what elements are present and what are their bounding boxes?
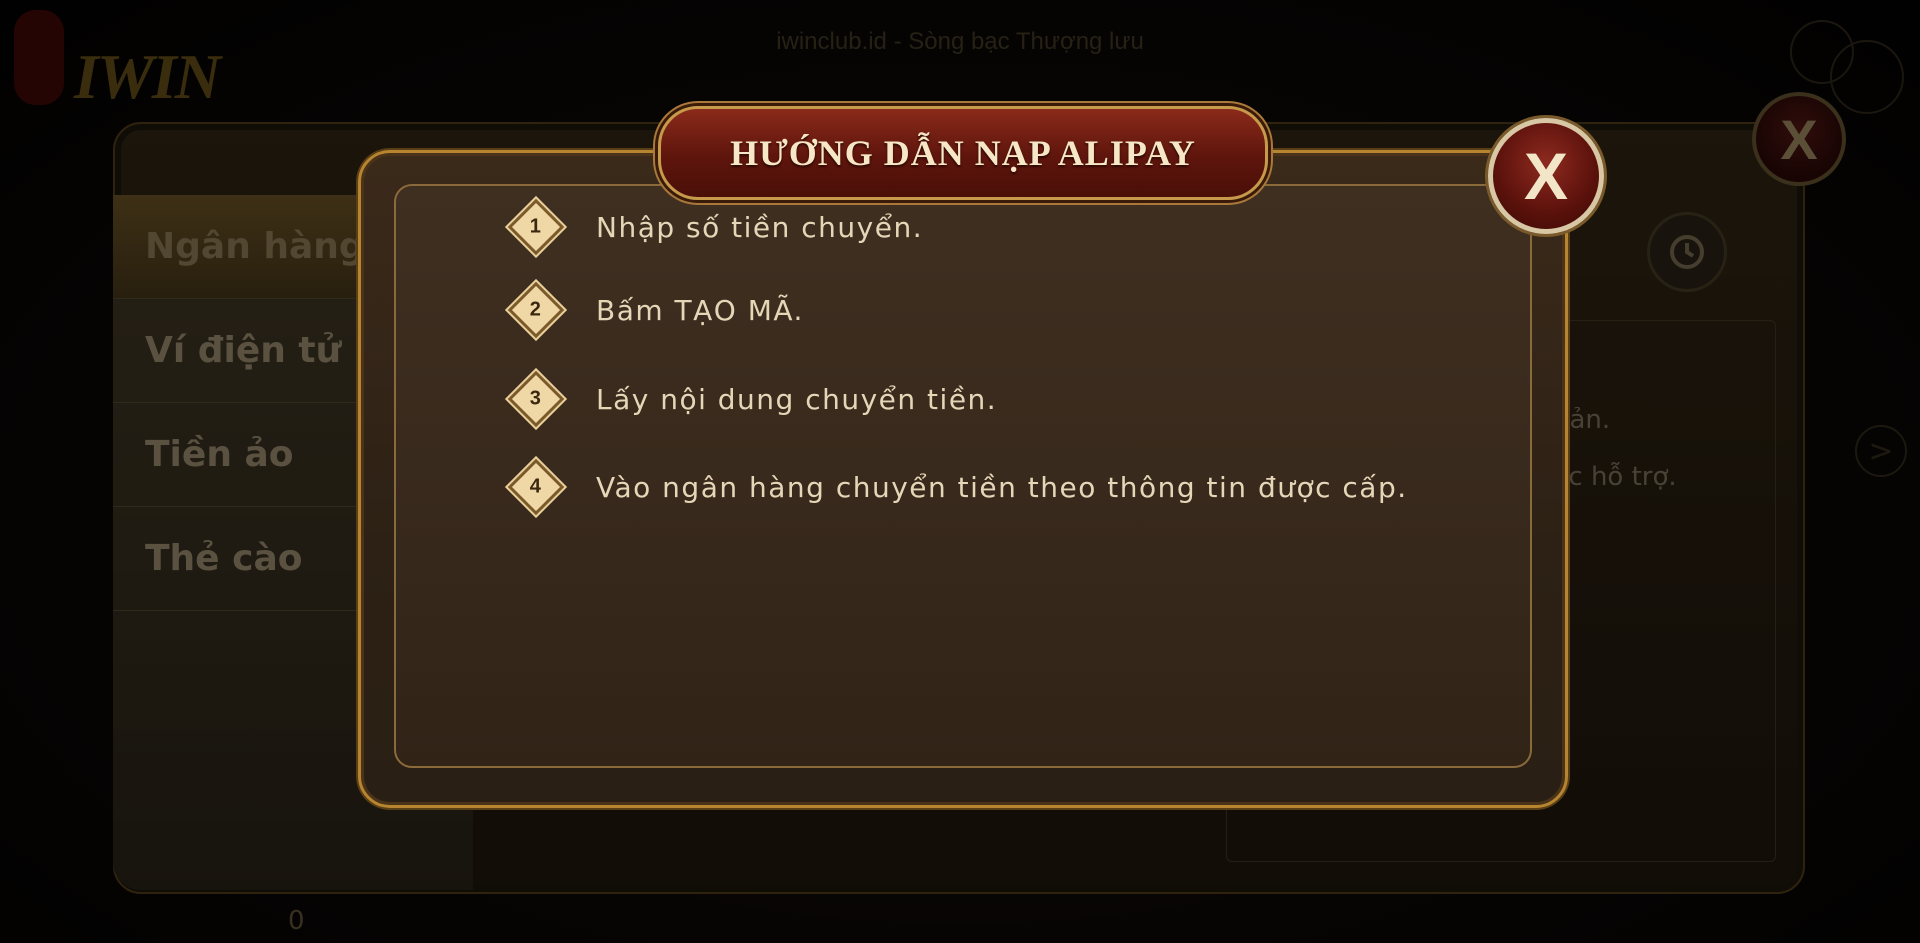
guide-step: 3 Lấy nội dung chuyển tiền. bbox=[507, 370, 998, 428]
guide-step: 1 Nhập số tiền chuyển. bbox=[507, 198, 924, 256]
step-number-badge: 4 bbox=[507, 458, 565, 516]
close-icon: X bbox=[1523, 139, 1569, 213]
step-number-badge: 3 bbox=[507, 370, 565, 428]
dialog-title-plate: HƯỚNG DẪN NẠP ALIPAY bbox=[658, 106, 1268, 200]
step-text: Nhập số tiền chuyển. bbox=[596, 210, 924, 244]
guide-step: 4 Vào ngân hàng chuyển tiền theo thông t… bbox=[507, 458, 1408, 516]
step-text: Vào ngân hàng chuyển tiền theo thông tin… bbox=[596, 470, 1408, 504]
dialog-close-button[interactable]: X bbox=[1488, 118, 1604, 234]
step-number-badge: 1 bbox=[507, 198, 565, 256]
guide-step: 2 Bấm TẠO MÃ. bbox=[507, 281, 804, 339]
step-number-badge: 2 bbox=[507, 281, 565, 339]
step-text: Lấy nội dung chuyển tiền. bbox=[596, 382, 998, 416]
step-text: Bấm TẠO MÃ. bbox=[596, 293, 804, 327]
dialog-title: HƯỚNG DẪN NẠP ALIPAY bbox=[730, 133, 1196, 173]
